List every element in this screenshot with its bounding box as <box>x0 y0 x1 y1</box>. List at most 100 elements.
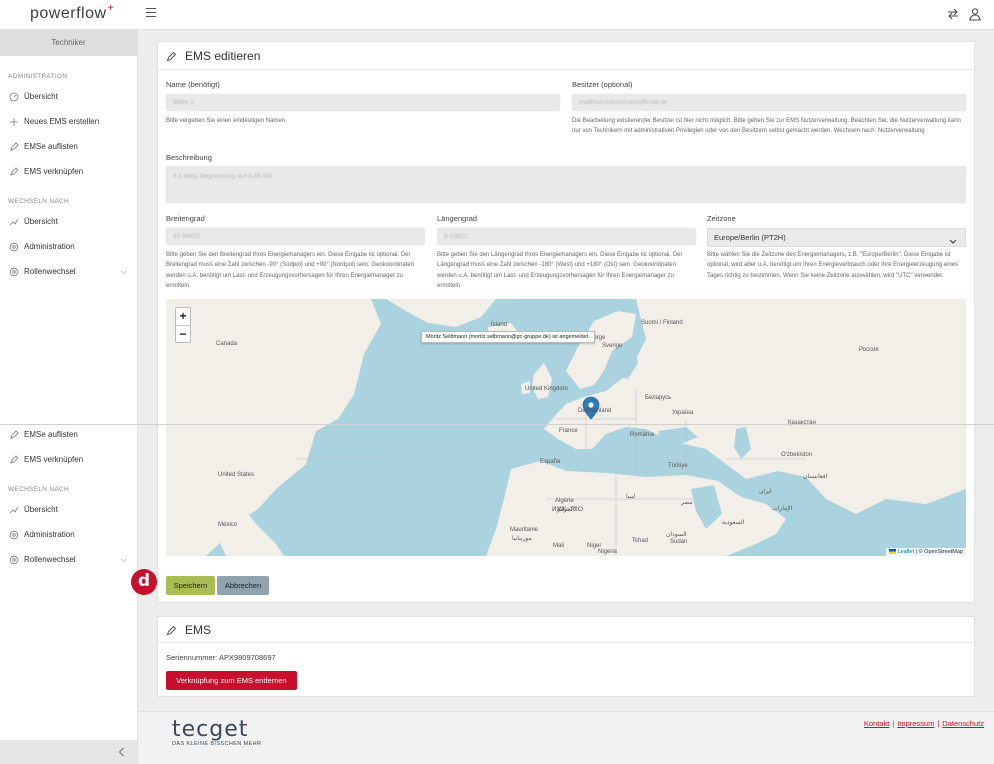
sidebar-item-emse-auflisten-dup[interactable]: EMSe auflisten <box>0 422 137 447</box>
pencil-icon <box>166 51 177 61</box>
sidebar-item-label: Übersicht <box>24 505 58 514</box>
description-textarea[interactable]: 8,1 kWp, Begrenzung auf 4,86 kW <box>166 166 966 203</box>
pencil-icon <box>8 141 19 152</box>
sidebar-item-label: Neues EMS erstellen <box>24 117 100 126</box>
map-label: Algérie <box>555 498 574 504</box>
role-label: Techniker <box>0 30 137 56</box>
location-map[interactable]: Ísland Suomi / Finland Norge Sverige Can… <box>166 299 966 556</box>
map-label: افغانستان <box>803 474 828 480</box>
gear-icon <box>8 241 19 252</box>
sidebar-item-label: EMS verknüpfen <box>24 455 84 464</box>
leaflet-link[interactable]: Leaflet <box>898 549 915 555</box>
map-label: ⵍⵣⵣⴰⵢⴻⵔ <box>552 507 584 513</box>
gear-icon <box>8 554 19 565</box>
map-label: Україна <box>672 410 694 416</box>
sidebar-item-label: Administration <box>24 530 75 539</box>
footer-link-impressum[interactable]: Impressum <box>897 719 934 728</box>
map-label: Deutschland <box>578 408 612 414</box>
dashboard-icon <box>8 91 19 102</box>
zoom-out-button[interactable]: − <box>176 325 190 342</box>
section-administration: ADMINISTRATION <box>8 73 68 80</box>
company-tagline: DAS KLEINE BISSCHEN MEHR <box>172 741 262 747</box>
timezone-value: Europe/Berlin (PT2H) <box>714 233 786 242</box>
top-bar: powerflow+ <box>0 0 994 30</box>
chart-line-icon <box>8 504 19 515</box>
sidebar-item-switch-uebersicht[interactable]: Übersicht <box>0 209 137 234</box>
sidebar-item-label: EMSe auflisten <box>24 142 78 151</box>
map-label: Nigeria <box>598 549 618 555</box>
map-label: السعودية <box>722 520 745 526</box>
card-title-text: EMS <box>185 623 212 637</box>
description-label: Beschreibung <box>166 153 212 162</box>
timezone-select[interactable]: Europe/Berlin (PT2H) <box>707 228 966 247</box>
link-icon <box>8 454 19 465</box>
leaflet-flag-icon <box>888 549 896 555</box>
timezone-help: Bitte wählen Sie die Zeitzone des Energi… <box>707 252 959 279</box>
map-label: السودان <box>666 532 687 538</box>
section-wechseln-nach: WECHSELN NACH <box>8 198 69 205</box>
map-label: France <box>559 428 578 434</box>
sidebar-item-switch-uebersicht-dup[interactable]: Übersicht <box>0 497 137 522</box>
map-label: Ísland <box>491 322 508 328</box>
sidebar: Techniker ADMINISTRATION Übersicht Neues… <box>0 30 138 764</box>
sidebar-item-administration-dup[interactable]: Administration <box>0 522 137 547</box>
sidebar-item-administration[interactable]: Administration <box>0 234 137 259</box>
logo-mark: + <box>107 3 114 14</box>
sidebar-item-uebersicht[interactable]: Übersicht <box>0 84 137 109</box>
latitude-input[interactable]: 49.68825 <box>166 228 425 245</box>
map-attribution: Leaflet | © OpenStreetMap <box>885 548 966 556</box>
sidebar-item-ems-verknuepfen-dup[interactable]: EMS verknüpfen <box>0 447 137 472</box>
logo[interactable]: powerflow+ <box>30 3 114 23</box>
sidebar-item-rollenwechsel-dup[interactable]: Rollenwechsel <box>0 547 137 572</box>
sidebar-item-label: EMSe auflisten <box>24 430 78 439</box>
footer-link-kontakt[interactable]: Kontakt <box>864 719 889 728</box>
footer-link-datenschutz[interactable]: Datenschutz <box>942 719 984 728</box>
map-label: Sverige <box>602 343 623 349</box>
owner-help: Die Bearbeitung existierender Besitzer i… <box>572 118 961 135</box>
card-title: EMS <box>166 623 211 637</box>
unlink-ems-button[interactable]: Verknüpfung zum EMS entfernen <box>166 671 297 690</box>
zoom-in-button[interactable]: + <box>176 308 190 325</box>
longitude-input[interactable]: 8.43821 <box>437 228 696 245</box>
menu-toggle-icon[interactable] <box>146 8 156 18</box>
switch-arrows-icon[interactable] <box>946 7 960 21</box>
chevron-down-icon <box>949 234 957 251</box>
footer-links: Kontakt | Impressum | Datenschutz <box>863 719 984 728</box>
gear-icon <box>8 266 19 277</box>
chart-line-icon <box>8 216 19 227</box>
sidebar-footer <box>0 740 137 764</box>
sidebar-item-label: Übersicht <box>24 92 58 101</box>
card-title: EMS editieren <box>166 49 260 63</box>
company-name: tecget <box>172 717 249 742</box>
serial-number: Seriennummer: APX9809708697 <box>166 653 276 662</box>
map-label: ليبيا <box>626 494 636 500</box>
save-button[interactable]: Speichern <box>166 576 215 595</box>
sidebar-item-neues-ems[interactable]: Neues EMS erstellen <box>0 109 137 134</box>
logo-text: powerflow <box>30 5 107 22</box>
section-wechseln-nach-dup: WECHSELN NACH <box>8 486 69 493</box>
map-tooltip: Moritz Selbmann (moritz.selbmann@gc-grup… <box>421 331 595 343</box>
map-label: Canada <box>216 341 238 347</box>
map-label: Türkiye <box>668 463 688 469</box>
name-input[interactable]: Bildis 1 <box>166 94 560 111</box>
user-icon[interactable] <box>968 7 982 21</box>
map-label: Россия <box>859 347 879 353</box>
collapse-sidebar-icon[interactable] <box>118 747 125 759</box>
map-label: România <box>630 432 655 438</box>
pencil-icon <box>166 625 177 635</box>
owner-input[interactable]: matthias.hannemann@mail.de <box>572 94 966 111</box>
screenshot-seam <box>0 424 994 425</box>
map-label: Suomi / Finland <box>641 320 683 326</box>
sidebar-item-emse-auflisten[interactable]: EMSe auflisten <box>0 134 137 159</box>
map-label: Mauritanie <box>510 527 539 533</box>
osm-attribution[interactable]: | © OpenStreetMap <box>916 549 963 555</box>
map-label: الإمارات <box>772 506 793 512</box>
map-label: Sudan <box>670 539 688 545</box>
sidebar-item-rollenwechsel[interactable]: Rollenwechsel <box>0 259 137 284</box>
link-icon <box>8 166 19 177</box>
pencil-icon <box>8 429 19 440</box>
map-label: موريتانيا <box>512 536 532 542</box>
sidebar-item-label: Administration <box>24 242 75 251</box>
cancel-button[interactable]: Abbrechen <box>217 576 269 595</box>
sidebar-item-ems-verknuepfen[interactable]: EMS verknüpfen <box>0 159 137 184</box>
